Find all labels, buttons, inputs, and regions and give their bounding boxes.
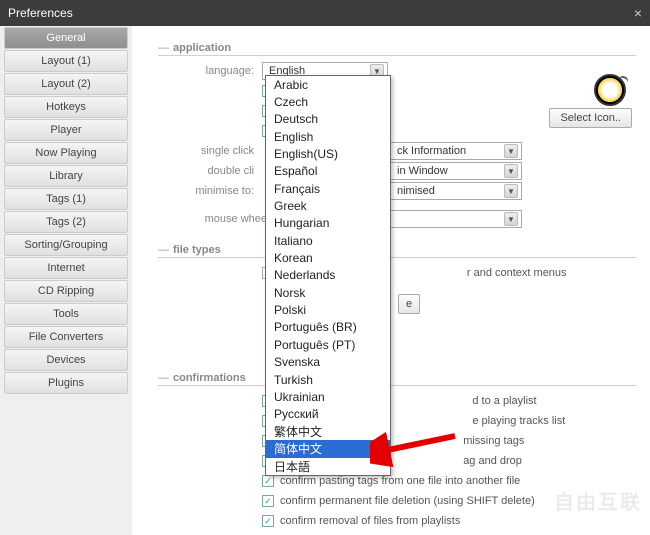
chevron-down-icon: ▼	[504, 212, 518, 226]
lang-option-16[interactable]: Svenska	[266, 354, 390, 371]
lang-option-2[interactable]: Deutsch	[266, 111, 390, 128]
minimise-label: minimise to:	[158, 185, 254, 197]
confirm-5-label: confirm permanent file deletion (using S…	[280, 495, 535, 507]
sidebar-item-tools[interactable]: Tools	[4, 303, 128, 325]
section-confirmations: confirmations	[158, 372, 636, 386]
lang-option-10[interactable]: Korean	[266, 249, 390, 266]
lang-option-6[interactable]: Français	[266, 180, 390, 197]
language-dropdown[interactable]: ArabicCzechDeutschEnglishEnglish(US)Espa…	[265, 75, 391, 476]
lang-option-0[interactable]: Arabic	[266, 76, 390, 93]
sidebar-item-layout-2-[interactable]: Layout (2)	[4, 73, 128, 95]
filetype-e-button[interactable]: e	[398, 294, 420, 314]
chevron-down-icon: ▼	[504, 184, 518, 198]
single-click-label: single click	[158, 145, 254, 157]
close-icon[interactable]: ×	[634, 5, 642, 21]
sidebar-item-file-converters[interactable]: File Converters	[4, 326, 128, 348]
lang-option-13[interactable]: Polski	[266, 301, 390, 318]
double-click-combo[interactable]: in Window▼	[390, 162, 522, 180]
lang-option-11[interactable]: Nederlands	[266, 267, 390, 284]
lang-option-5[interactable]: Español	[266, 163, 390, 180]
lang-option-14[interactable]: Português (BR)	[266, 319, 390, 336]
lang-option-17[interactable]: Turkish	[266, 371, 390, 388]
double-click-label: double cli	[158, 165, 254, 177]
sidebar-item-now-playing[interactable]: Now Playing	[4, 142, 128, 164]
sidebar-item-layout-1-[interactable]: Layout (1)	[4, 50, 128, 72]
confirm-5-checkbox[interactable]: ✓	[262, 495, 274, 507]
lang-option-1[interactable]: Czech	[266, 93, 390, 110]
lang-option-19[interactable]: Русский	[266, 406, 390, 423]
sidebar-item-general[interactable]: General	[4, 27, 128, 49]
chevron-down-icon: ▼	[504, 144, 518, 158]
lang-option-8[interactable]: Hungarian	[266, 215, 390, 232]
sidebar-item-player[interactable]: Player	[4, 119, 128, 141]
sidebar-item-sorting-grouping[interactable]: Sorting/Grouping	[4, 234, 128, 256]
confirm-4-label: confirm pasting tags from one file into …	[280, 475, 520, 487]
mouse-wheel-label: mouse wheel s	[158, 213, 278, 225]
confirm-6-checkbox[interactable]: ✓	[262, 515, 274, 527]
lang-option-18[interactable]: Ukrainian	[266, 388, 390, 405]
sidebar-item-cd-ripping[interactable]: CD Ripping	[4, 280, 128, 302]
app-logo-icon	[594, 74, 626, 106]
lang-option-20[interactable]: 繁体中文	[266, 423, 390, 440]
lang-option-21[interactable]: 简体中文	[266, 440, 390, 457]
lang-option-3[interactable]: English	[266, 128, 390, 145]
section-application: application	[158, 42, 636, 56]
sidebar-item-plugins[interactable]: Plugins	[4, 372, 128, 394]
sidebar-item-internet[interactable]: Internet	[4, 257, 128, 279]
sidebar-item-hotkeys[interactable]: Hotkeys	[4, 96, 128, 118]
lang-option-9[interactable]: Italiano	[266, 232, 390, 249]
mouse-wheel-combo[interactable]: ▼	[390, 210, 522, 228]
confirm-6-label: confirm removal of files from playlists	[280, 515, 460, 527]
lang-option-15[interactable]: Português (PT)	[266, 336, 390, 353]
single-click-combo[interactable]: ck Information▼	[390, 142, 522, 160]
lang-option-22[interactable]: 日本語	[266, 458, 390, 475]
language-label: language:	[158, 65, 254, 77]
section-filetypes: file types	[158, 244, 636, 258]
select-icon-button[interactable]: Select Icon..	[549, 108, 632, 128]
confirm-4-checkbox[interactable]: ✓	[262, 475, 274, 487]
lang-option-7[interactable]: Greek	[266, 197, 390, 214]
lang-option-12[interactable]: Norsk	[266, 284, 390, 301]
sidebar-item-tags-2-[interactable]: Tags (2)	[4, 211, 128, 233]
content-panel: Select Icon.. application language: Engl…	[132, 26, 650, 535]
chevron-down-icon: ▼	[504, 164, 518, 178]
sidebar: GeneralLayout (1)Layout (2)HotkeysPlayer…	[0, 26, 132, 535]
sidebar-item-library[interactable]: Library	[4, 165, 128, 187]
window-title: Preferences	[8, 6, 73, 20]
minimise-combo[interactable]: nimised▼	[390, 182, 522, 200]
sidebar-item-tags-1-[interactable]: Tags (1)	[4, 188, 128, 210]
sidebar-item-devices[interactable]: Devices	[4, 349, 128, 371]
enable-context-suffix: r and context menus	[467, 267, 567, 279]
titlebar: Preferences ×	[0, 0, 650, 26]
lang-option-4[interactable]: English(US)	[266, 145, 390, 162]
